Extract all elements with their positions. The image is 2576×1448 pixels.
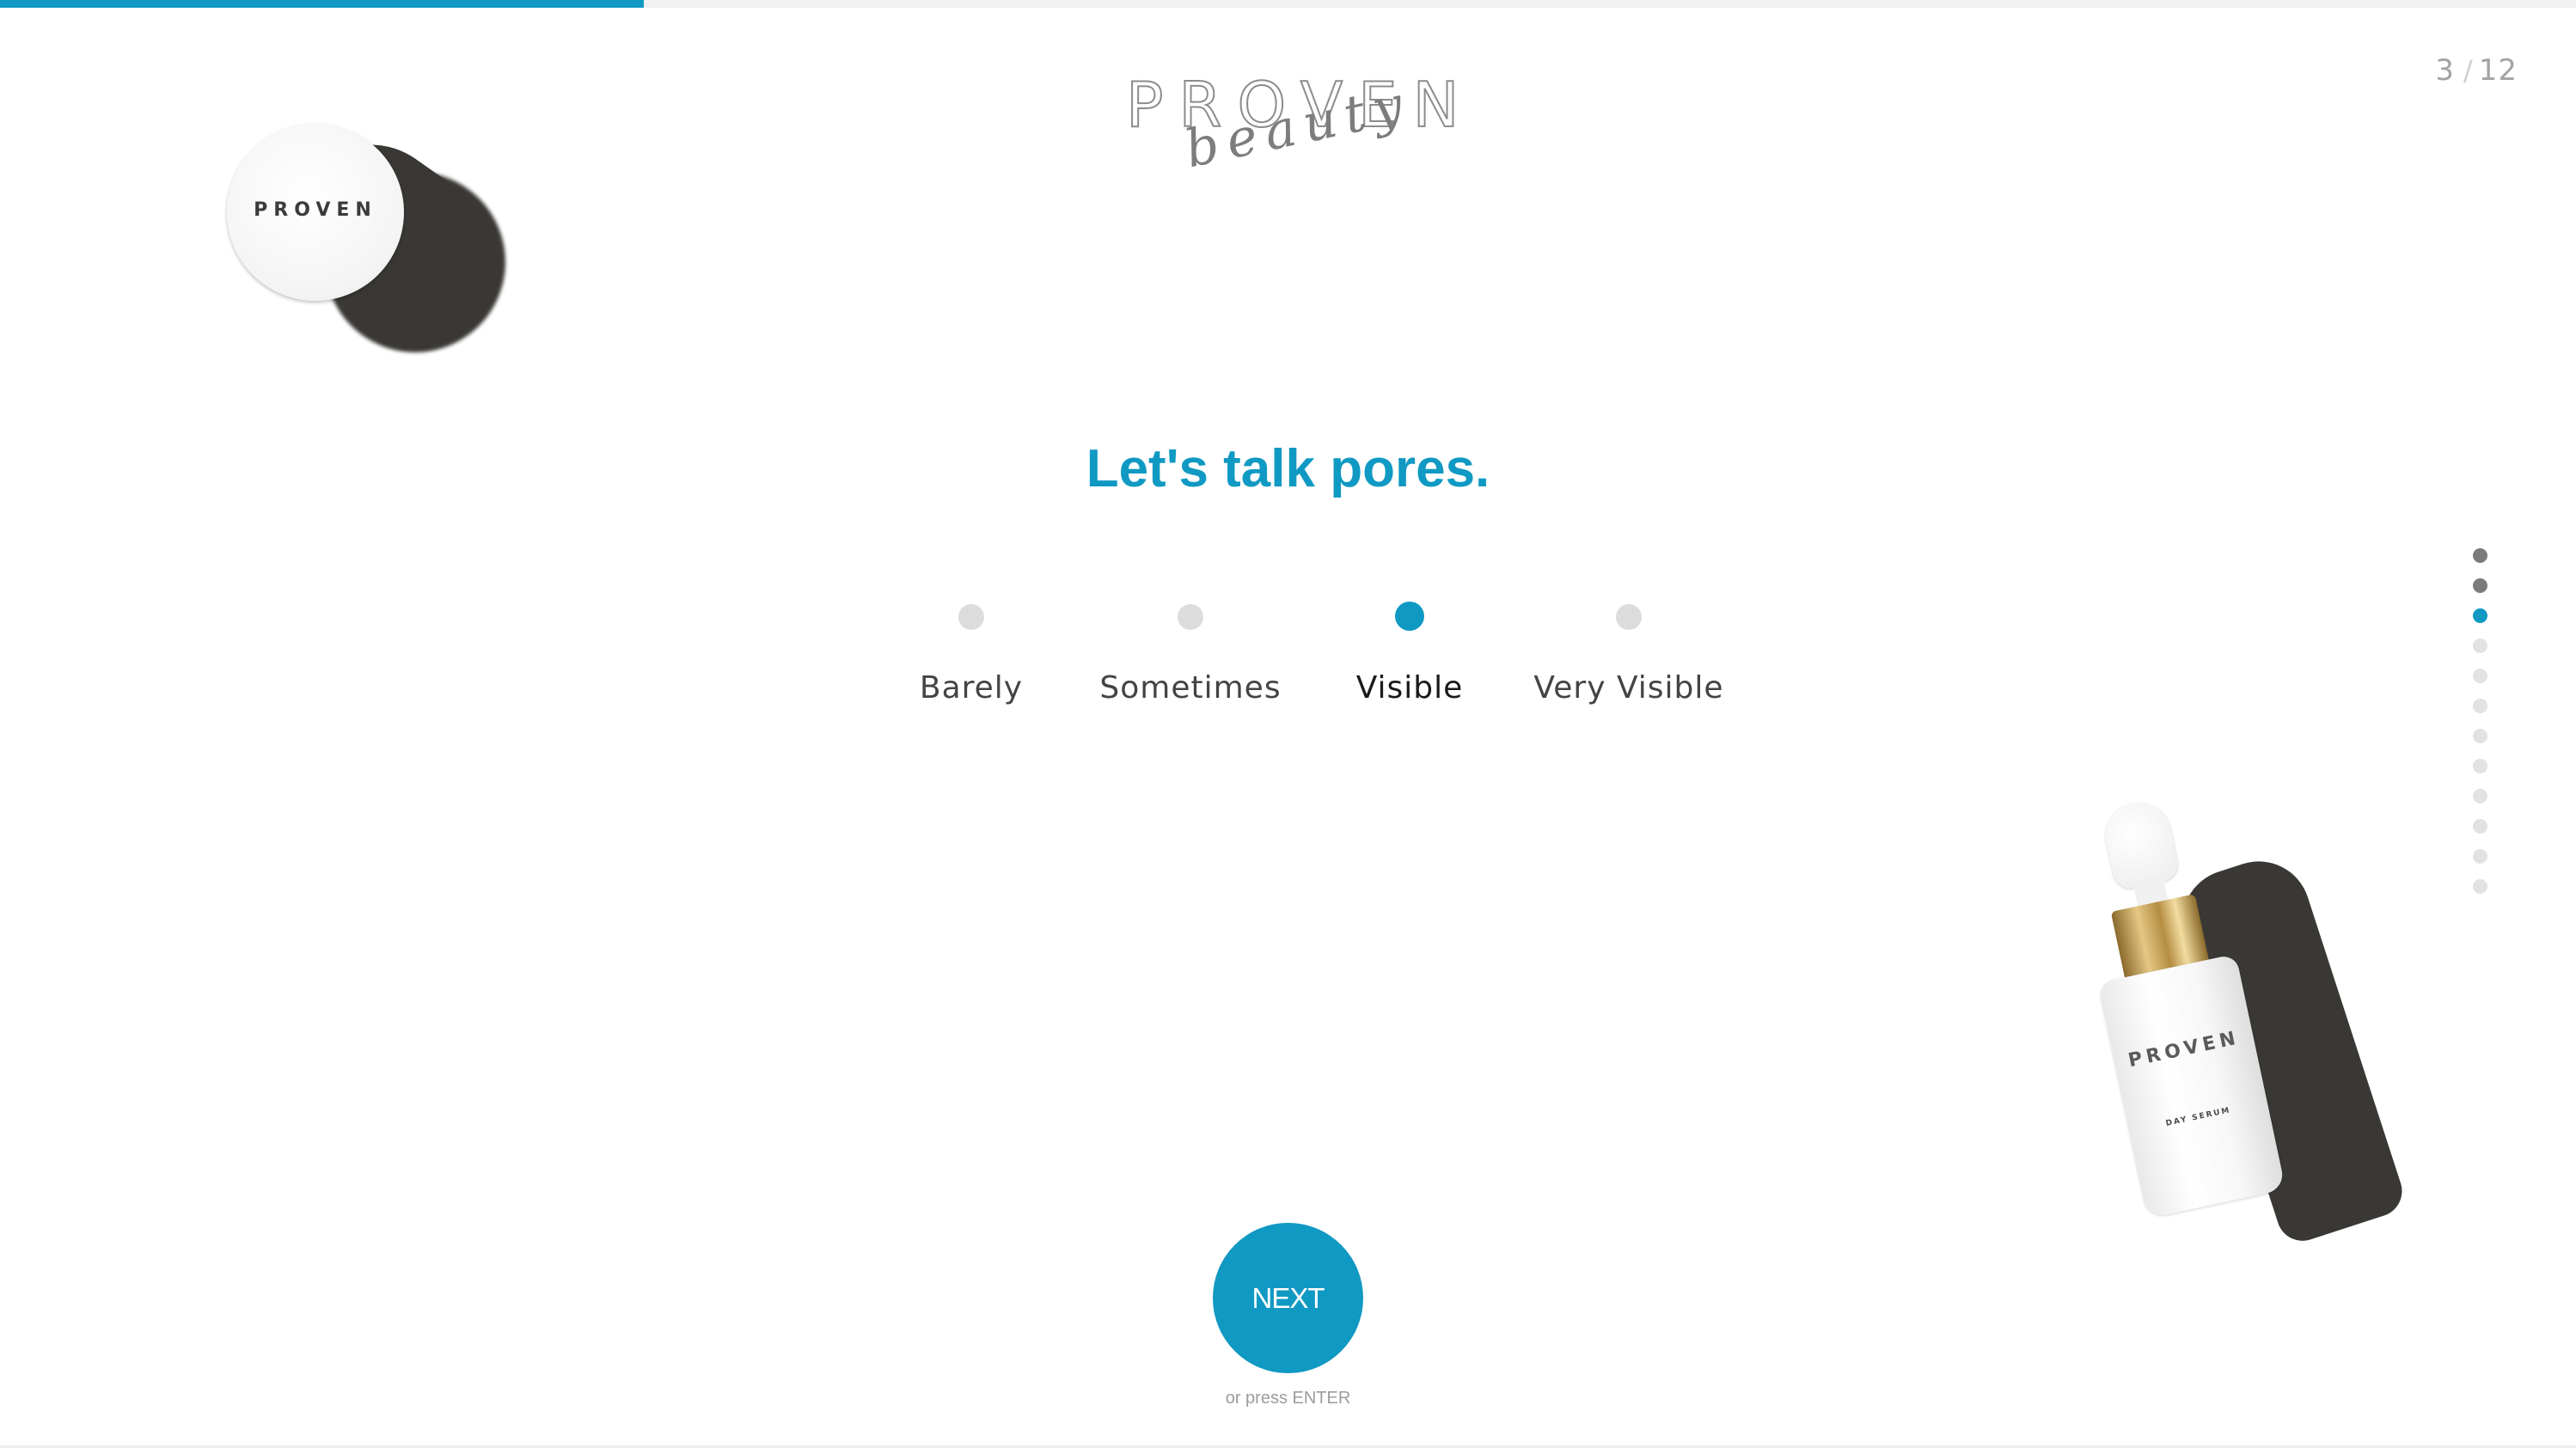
serum-bottle-image: PROVEN DAY SERUM [2046, 797, 2409, 1248]
step-dot-1[interactable] [2473, 548, 2487, 563]
step-dot-9[interactable] [2473, 789, 2487, 803]
step-dot-6[interactable] [2473, 699, 2487, 713]
quiz-page: 3/12 PROVEN beauty PROVEN Let's talk por… [0, 0, 2576, 1448]
step-dot-10[interactable] [2473, 819, 2487, 834]
bottle-glass [2097, 953, 2286, 1219]
jar-product-image: PROVEN [222, 114, 507, 378]
question-heading: Let's talk pores. [1086, 439, 1490, 498]
step-dot-2[interactable] [2473, 578, 2487, 593]
progress-bar [0, 0, 2576, 8]
option-very-visible[interactable]: Very Visible [1517, 602, 1741, 722]
radio-dot[interactable] [1178, 604, 1203, 630]
step-indicator [2473, 548, 2490, 901]
page-counter-total: 12 [2478, 53, 2518, 88]
step-dot-7[interactable] [2473, 729, 2487, 743]
enter-hint: or press ENTER [1225, 1389, 1351, 1408]
step-dot-3[interactable] [2473, 608, 2487, 623]
option-barely[interactable]: Barely [860, 602, 1083, 722]
option-label: Visible [1355, 670, 1464, 706]
option-sometimes[interactable]: Sometimes [1079, 602, 1302, 722]
step-dot-12[interactable] [2473, 879, 2487, 894]
option-visible[interactable]: Visible [1298, 602, 1521, 722]
next-button[interactable]: NEXT [1213, 1223, 1363, 1373]
page-counter-separator: / [2463, 54, 2474, 87]
progress-bar-fill [0, 0, 645, 8]
step-dot-4[interactable] [2473, 638, 2487, 653]
option-label: Barely [919, 670, 1024, 706]
step-dot-11[interactable] [2473, 849, 2487, 864]
option-label: Sometimes [1099, 670, 1282, 706]
option-label: Very Visible [1533, 670, 1724, 706]
radio-dot[interactable] [1616, 604, 1642, 630]
page-counter: 3/12 [2435, 53, 2518, 88]
step-dot-5[interactable] [2473, 669, 2487, 683]
page-counter-current: 3 [2435, 53, 2455, 88]
brand-logo: PROVEN beauty [1125, 68, 1459, 189]
pore-visibility-options: Barely Sometimes Visible Very Visible [860, 602, 1723, 722]
step-dot-8[interactable] [2473, 759, 2487, 773]
radio-dot[interactable] [1395, 602, 1424, 631]
radio-dot[interactable] [958, 604, 984, 630]
dropper-bulb [2099, 797, 2181, 892]
jar-label: PROVEN [254, 199, 377, 221]
